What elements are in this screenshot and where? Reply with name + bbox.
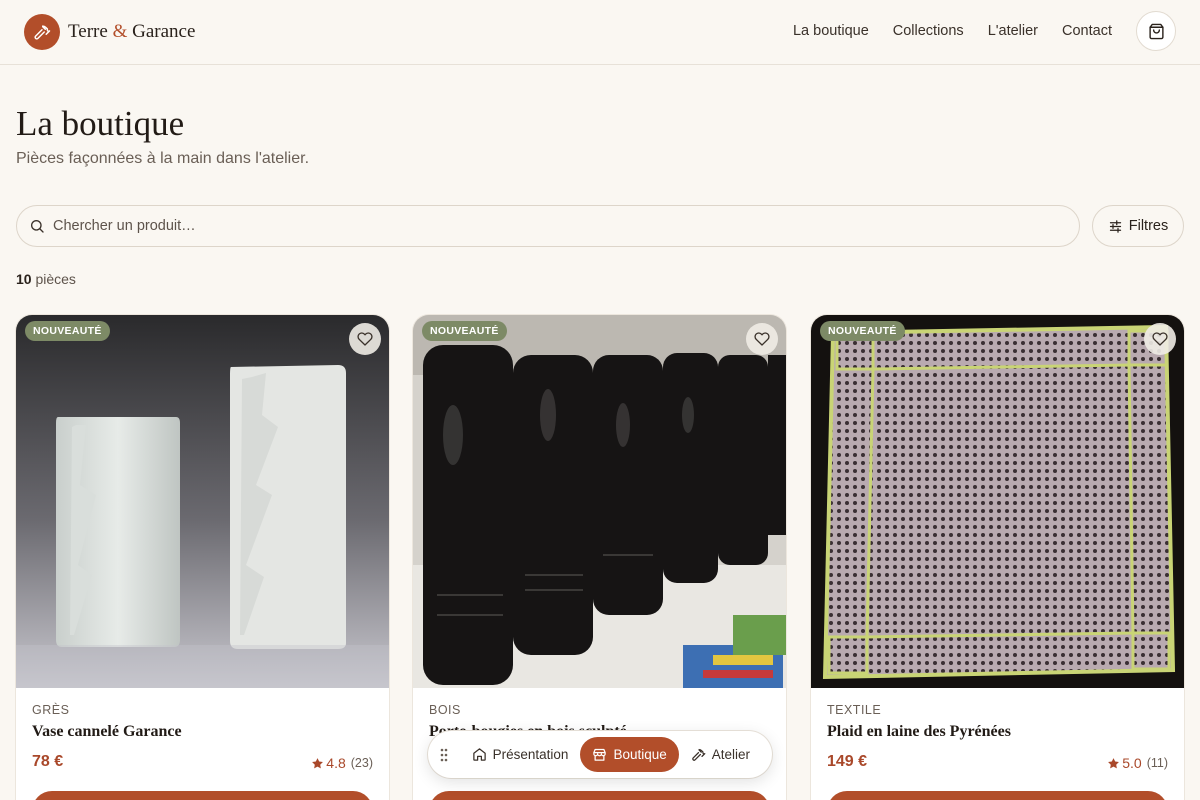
star-icon — [312, 757, 324, 768]
product-card[interactable]: NOUVEAUTÉ BOIS Porte-bougies en bois scu… — [413, 315, 786, 800]
results-count: 10 pièces — [16, 271, 76, 287]
star-icon — [1108, 757, 1120, 768]
add-to-cart-button[interactable] — [429, 791, 770, 800]
hammer-icon — [24, 14, 60, 50]
product-image-vase[interactable]: NOUVEAUTÉ — [16, 315, 389, 688]
search-input[interactable] — [53, 206, 1063, 246]
store-icon — [593, 748, 607, 761]
brand-name: Terre & Garance — [68, 21, 196, 42]
product-name[interactable]: Plaid en laine des Pyrénées — [827, 723, 1011, 741]
new-badge: NOUVEAUTÉ — [25, 321, 110, 341]
new-badge: NOUVEAUTÉ — [820, 321, 905, 341]
add-to-cart-button[interactable] — [32, 791, 373, 800]
favorite-button[interactable] — [746, 323, 778, 355]
site-header: Terre & Garance La boutique Collections … — [0, 0, 1200, 65]
heart-icon — [357, 332, 373, 346]
home-icon — [472, 748, 486, 761]
dock-item-presentation[interactable]: Présentation — [460, 737, 581, 772]
floating-dock: Présentation Boutique Atelier — [428, 731, 772, 778]
dock-item-atelier[interactable]: Atelier — [679, 737, 762, 772]
product-rating: 4.8 (23) — [311, 755, 373, 771]
sliders-icon — [1109, 219, 1121, 233]
hammer-icon — [691, 748, 706, 761]
shopping-bag-icon — [1148, 23, 1164, 39]
product-image-plaid[interactable]: NOUVEAUTÉ — [811, 315, 1184, 688]
page-subtitle: Pièces façonnées à la main dans l'atelie… — [16, 150, 310, 167]
product-price: 149 € — [827, 753, 868, 770]
page-title: La boutique — [16, 104, 185, 143]
nav-link-boutique[interactable]: La boutique — [793, 11, 869, 51]
product-image-candlesticks[interactable]: NOUVEAUTÉ — [413, 315, 786, 688]
cart-button[interactable] — [1136, 11, 1176, 51]
nav-link-atelier[interactable]: L'atelier — [988, 11, 1038, 51]
dock-item-boutique[interactable]: Boutique — [580, 737, 679, 772]
search-icon — [31, 220, 44, 233]
product-name[interactable]: Vase cannelé Garance — [32, 723, 182, 741]
drag-handle-icon[interactable] — [438, 748, 450, 762]
heart-icon — [754, 332, 770, 346]
product-card[interactable]: NOUVEAUTÉ TEXTILE Plaid en laine des Pyr… — [811, 315, 1184, 800]
product-card[interactable]: NOUVEAUTÉ GRÈS Vase cannelé Garance 78 €… — [16, 315, 389, 800]
favorite-button[interactable] — [349, 323, 381, 355]
heart-icon — [1152, 332, 1168, 346]
search-bar — [16, 205, 1080, 247]
nav-link-collections[interactable]: Collections — [893, 11, 964, 51]
main-nav: La boutique Collections L'atelier Contac… — [793, 11, 1176, 51]
filters-button[interactable]: Filtres — [1092, 205, 1184, 247]
new-badge: NOUVEAUTÉ — [422, 321, 507, 341]
product-category: TEXTILE — [827, 703, 882, 717]
product-category: GRÈS — [32, 703, 70, 717]
product-category: BOIS — [429, 703, 461, 717]
favorite-button[interactable] — [1144, 323, 1176, 355]
product-rating: 5.0 (11) — [1107, 755, 1168, 771]
filters-label: Filtres — [1128, 218, 1169, 234]
nav-link-contact[interactable]: Contact — [1062, 11, 1112, 51]
add-to-cart-button[interactable] — [827, 791, 1168, 800]
brand[interactable]: Terre & Garance — [24, 14, 195, 50]
product-price: 78 € — [32, 753, 64, 770]
